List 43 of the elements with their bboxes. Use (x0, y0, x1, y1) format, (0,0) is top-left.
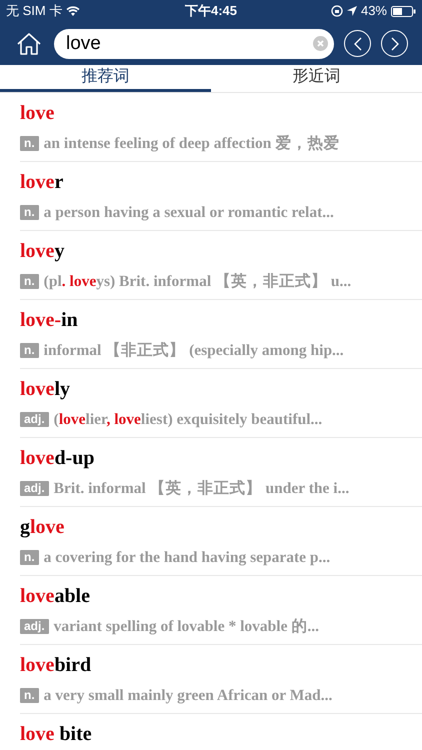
carrier-label: 无 SIM 卡 (6, 2, 62, 20)
headword[interactable]: love bite (20, 721, 422, 747)
headword[interactable]: glove (20, 514, 422, 540)
definition-text: a person having a sexual or romantic relat... (44, 203, 334, 223)
part-of-speech-tag: n. (20, 688, 39, 704)
definition-text: a very small mainly green African or Mad... (44, 686, 332, 706)
definition-text: (lovelier, loveliest) exquisitely beautiful... (54, 410, 322, 430)
part-of-speech-tag: adj. (20, 619, 49, 634)
forward-button[interactable] (381, 30, 408, 57)
part-of-speech-tag: n. (20, 274, 39, 290)
definition-text: informal 【非正式】 (especially among hip... (44, 340, 344, 361)
rotation-lock-icon (330, 5, 343, 17)
headword[interactable]: loveable (20, 583, 422, 609)
headword[interactable]: loved-up (20, 445, 422, 471)
headword[interactable]: love-in (20, 307, 422, 333)
headword[interactable]: lovebird (20, 652, 422, 678)
chevron-right-icon (390, 36, 400, 50)
headword[interactable]: lovely (20, 376, 422, 402)
status-time: 下午4:45 (184, 2, 238, 20)
wifi-icon (66, 6, 80, 16)
headword[interactable]: lovey (20, 238, 422, 264)
definition-text: Brit. informal 【英，非正式】 under the i... (54, 478, 350, 499)
definition-text: a covering for the hand having separate p... (44, 548, 330, 568)
home-icon (16, 32, 42, 56)
definition-text: variant spelling of lovable * lovable 的... (54, 617, 319, 637)
battery-percent: 43% (360, 2, 387, 20)
search-field[interactable]: love (54, 28, 334, 58)
back-button[interactable] (344, 30, 371, 57)
part-of-speech-tag: n. (20, 550, 39, 566)
tab[interactable]: 推荐词 (0, 65, 211, 92)
definition-text: (pl. loveys) Brit. informal 【英，非正式】 u... (44, 272, 352, 292)
chevron-left-icon (352, 36, 362, 50)
headword[interactable]: love (20, 100, 422, 126)
battery-icon (391, 6, 416, 16)
part-of-speech-tag: n. (20, 136, 39, 152)
location-arrow-icon (346, 6, 357, 16)
part-of-speech-tag: n. (20, 205, 39, 220)
headword[interactable]: lover (20, 169, 422, 195)
part-of-speech-tag: adj. (20, 481, 49, 496)
tab[interactable]: 形近词 (211, 65, 422, 92)
part-of-speech-tag: n. (20, 343, 39, 358)
definition-text: an intense feeling of deep affection 爱，热爱 (44, 134, 340, 154)
part-of-speech-tag: adj. (20, 412, 49, 428)
